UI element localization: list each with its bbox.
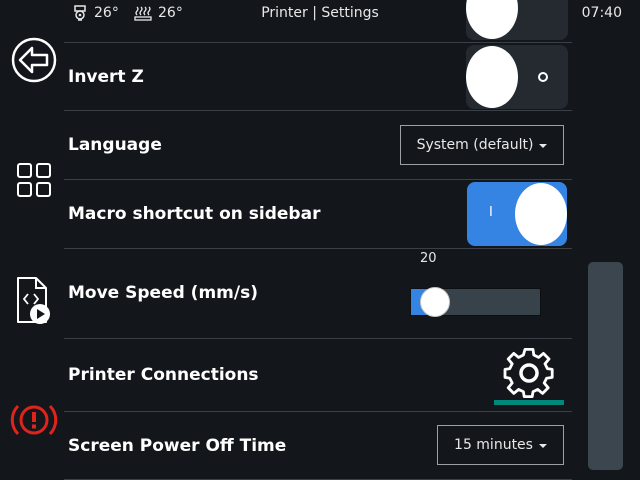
emergency-stop-button[interactable]	[8, 394, 60, 446]
move-speed-slider[interactable]	[410, 287, 541, 317]
main-menu-button[interactable]	[8, 154, 60, 206]
settings-row-printer-connections: Printer Connections	[64, 339, 572, 412]
toggle-knob	[466, 0, 518, 39]
emergency-stop-icon	[10, 404, 58, 436]
back-button[interactable]	[8, 34, 60, 86]
scrollbar[interactable]	[588, 262, 623, 470]
screen-power-off-label: Screen Power Off Time	[68, 436, 287, 456]
print-files-button[interactable]	[8, 274, 60, 326]
screen-power-off-dropdown[interactable]: 15 minutes	[437, 425, 564, 465]
language-label: Language	[68, 135, 162, 155]
sidebar	[0, 28, 66, 480]
invert-z-label: Invert Z	[68, 67, 144, 87]
language-dropdown[interactable]: System (default)	[400, 125, 564, 165]
gcode-file-play-icon	[17, 277, 50, 324]
invert-z-toggle[interactable]	[466, 45, 568, 109]
macro-shortcut-toggle[interactable]: I	[467, 182, 567, 246]
back-arrow-icon	[11, 37, 57, 83]
settings-row-language: Language System (default)	[64, 111, 572, 180]
settings-list: Invert Z Language System (default) Macro…	[64, 0, 572, 480]
printer-connections-button[interactable]	[494, 344, 564, 406]
settings-row-invert-z: Invert Z	[64, 43, 572, 111]
toggle-off-mark	[538, 72, 548, 82]
settings-row-move-speed: Move Speed (mm/s) 20	[64, 249, 572, 339]
chevron-down-icon	[539, 144, 548, 148]
toggle-knob	[515, 183, 567, 245]
slider-knob[interactable]	[420, 287, 450, 317]
clock: 07:40	[581, 5, 622, 21]
printer-connections-label: Printer Connections	[68, 365, 259, 385]
settings-row-screen-power-off: Screen Power Off Time 15 minutes	[64, 412, 572, 480]
settings-row-macro-shortcut: Macro shortcut on sidebar I	[64, 180, 572, 249]
gear-icon	[503, 347, 554, 399]
partial-toggle[interactable]	[466, 0, 568, 40]
grid-menu-icon	[17, 163, 51, 197]
connection-status-underline	[494, 400, 564, 405]
move-speed-label: Move Speed (mm/s)	[68, 283, 258, 303]
toggle-knob	[466, 46, 518, 108]
language-value: System (default)	[416, 137, 534, 153]
chevron-down-icon	[538, 444, 547, 448]
toggle-on-mark: I	[489, 205, 493, 220]
screen-power-off-value: 15 minutes	[454, 437, 533, 453]
settings-row-partial	[64, 0, 572, 43]
move-speed-value: 20	[420, 251, 437, 266]
macro-shortcut-label: Macro shortcut on sidebar	[68, 204, 321, 224]
